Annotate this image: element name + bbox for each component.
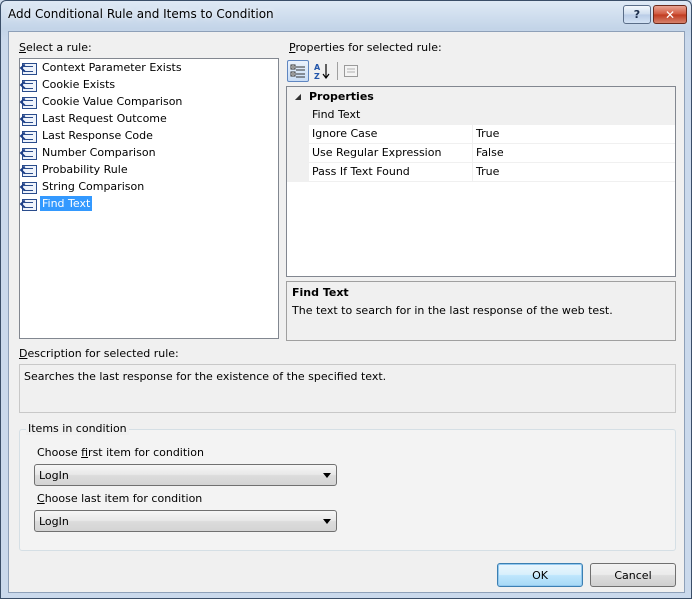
group-legend: Items in condition: [26, 422, 129, 435]
rule-list-item[interactable]: Find Text: [19, 195, 278, 212]
rule-icon: [19, 61, 37, 75]
property-toolbar: A Z: [287, 60, 397, 82]
property-grid[interactable]: ◢ Properties Find Text Ignore Case True Use…: [286, 86, 676, 277]
property-value[interactable]: False: [473, 144, 675, 163]
first-item-value: LogIn: [39, 469, 69, 482]
rule-arrow-icon: [19, 131, 29, 140]
rule-arrow-icon: [19, 97, 29, 106]
description-box: Searches the last response for the exist…: [19, 364, 676, 413]
alphabetical-button[interactable]: A Z: [311, 60, 333, 82]
rule-icon: [19, 95, 37, 109]
title-bar[interactable]: Add Conditional Rule and Items to Condit…: [1, 1, 691, 29]
rule-label: Last Response Code: [42, 129, 153, 142]
rule-list-item[interactable]: Cookie Value Comparison: [19, 93, 278, 110]
rule-list-item[interactable]: Probability Rule: [19, 161, 278, 178]
property-pages-button[interactable]: [340, 60, 362, 82]
dialog-client-area: Select a rule: Context Parameter Exists C…: [8, 31, 685, 593]
close-button[interactable]: ✕: [653, 5, 687, 24]
rule-arrow-icon: [19, 63, 29, 72]
rule-list-item[interactable]: Context Parameter Exists: [19, 59, 278, 76]
rule-list-item[interactable]: Cookie Exists: [19, 76, 278, 93]
property-row[interactable]: Pass If Text Found True: [287, 163, 675, 182]
help-button[interactable]: ?: [623, 5, 651, 24]
rule-label: Cookie Value Comparison: [42, 95, 183, 108]
cancel-button[interactable]: Cancel: [590, 563, 676, 587]
first-item-label: Choose first item for condition: [37, 446, 204, 459]
property-category[interactable]: ◢ Properties: [287, 87, 675, 106]
rule-label: Find Text: [40, 196, 93, 211]
svg-text:A: A: [314, 63, 321, 72]
rule-label: String Comparison: [42, 180, 145, 193]
last-item-value: LogIn: [39, 515, 69, 528]
rule-arrow-icon: [19, 148, 29, 157]
property-value[interactable]: True: [473, 125, 675, 144]
categorized-button[interactable]: [287, 60, 309, 82]
row-gutter: [287, 144, 309, 163]
rule-arrow-icon: [19, 114, 29, 123]
property-row[interactable]: Ignore Case True: [287, 125, 675, 144]
rule-list-item[interactable]: Last Response Code: [19, 127, 278, 144]
rule-icon: [19, 180, 37, 194]
property-help-pane: Find Text The text to search for in the …: [286, 281, 676, 341]
last-item-label: Choose last item for condition: [37, 492, 203, 505]
rule-listbox[interactable]: Context Parameter Exists Cookie Exists Coo…: [19, 58, 279, 339]
last-item-combobox[interactable]: LogIn: [34, 510, 337, 532]
sort-alphabetical-icon: A Z: [314, 63, 330, 80]
property-name: Find Text: [309, 106, 473, 125]
dropdown-arrow-icon[interactable]: [323, 473, 331, 478]
rule-label: Probability Rule: [42, 163, 128, 176]
property-row[interactable]: Use Regular Expression False: [287, 144, 675, 163]
rule-icon: [19, 163, 37, 177]
row-gutter: [287, 163, 309, 182]
category-name: Properties: [309, 90, 374, 103]
property-pages-icon: [344, 65, 358, 77]
property-value[interactable]: [473, 106, 675, 125]
rule-icon: [19, 146, 37, 160]
items-in-condition-group: Items in condition Choose first item for…: [19, 422, 676, 551]
description-label: Description for selected rule:: [19, 347, 179, 360]
rule-label: Number Comparison: [42, 146, 156, 159]
rule-icon: [19, 78, 37, 92]
rule-label: Context Parameter Exists: [42, 61, 182, 74]
property-row[interactable]: Find Text: [287, 106, 675, 125]
svg-text:Z: Z: [314, 72, 320, 80]
rule-arrow-icon: [19, 199, 29, 208]
dropdown-arrow-icon[interactable]: [323, 519, 331, 524]
toolbar-separator: [337, 62, 338, 80]
rule-arrow-icon: [19, 80, 29, 89]
properties-label: Properties for selected rule:: [289, 41, 442, 54]
rule-icon: [19, 129, 37, 143]
property-name: Use Regular Expression: [309, 144, 473, 163]
dialog-window: Add Conditional Rule and Items to Condit…: [0, 0, 692, 599]
row-gutter: [287, 125, 309, 144]
rule-list-item[interactable]: Last Request Outcome: [19, 110, 278, 127]
row-gutter: [287, 106, 309, 125]
description-text: Searches the last response for the exist…: [24, 370, 387, 383]
property-name: Pass If Text Found: [309, 163, 473, 182]
help-title: Find Text: [292, 286, 349, 299]
rule-label: Last Request Outcome: [42, 112, 167, 125]
help-description: The text to search for in the last respo…: [292, 304, 613, 317]
select-rule-label: Select a rule:: [19, 41, 92, 54]
rule-label: Cookie Exists: [42, 78, 116, 91]
rule-icon: [19, 112, 37, 126]
categorized-icon: [290, 64, 305, 78]
rule-list-item[interactable]: Number Comparison: [19, 144, 278, 161]
help-icon: ?: [633, 8, 641, 21]
rule-arrow-icon: [19, 165, 29, 174]
first-item-combobox[interactable]: LogIn: [34, 464, 337, 486]
rule-icon: [19, 197, 37, 211]
close-icon: ✕: [664, 7, 676, 22]
collapse-triangle-icon[interactable]: ◢: [287, 92, 309, 101]
rule-arrow-icon: [19, 182, 29, 191]
rule-list-item[interactable]: String Comparison: [19, 178, 278, 195]
window-title: Add Conditional Rule and Items to Condit…: [8, 7, 274, 21]
property-name: Ignore Case: [309, 125, 473, 144]
ok-button[interactable]: OK: [497, 563, 583, 587]
property-value[interactable]: True: [473, 163, 675, 182]
